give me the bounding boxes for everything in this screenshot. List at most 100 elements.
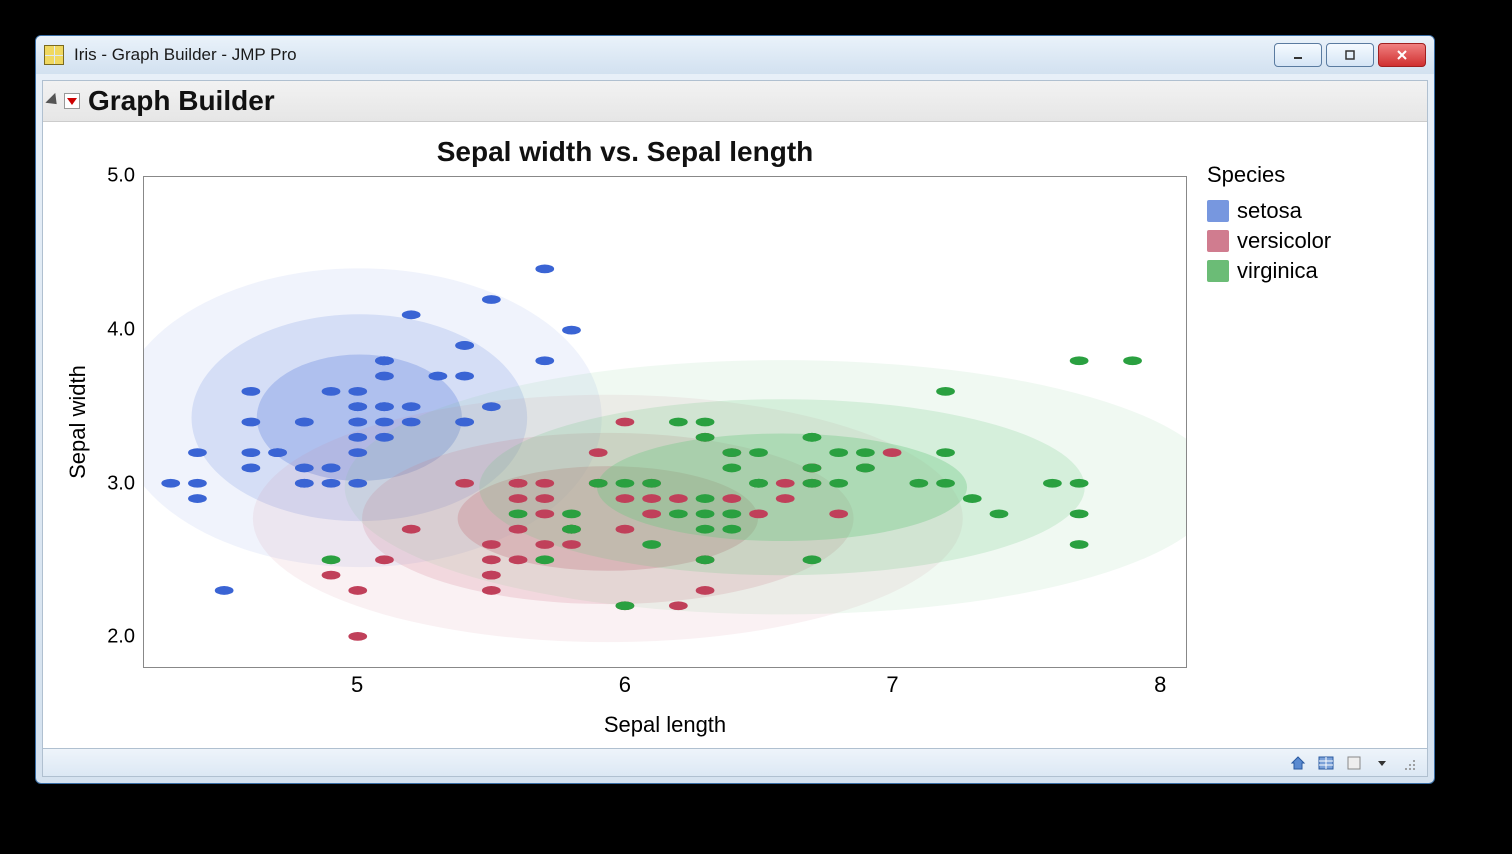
data-point[interactable] bbox=[509, 479, 528, 488]
data-point[interactable] bbox=[482, 402, 501, 411]
data-point[interactable] bbox=[722, 464, 741, 473]
data-point[interactable] bbox=[482, 295, 501, 304]
data-point[interactable] bbox=[696, 418, 715, 427]
data-point[interactable] bbox=[535, 356, 554, 365]
options-icon[interactable] bbox=[1345, 754, 1363, 772]
section-header[interactable]: Graph Builder bbox=[43, 81, 1427, 122]
data-point[interactable] bbox=[322, 464, 341, 473]
data-point[interactable] bbox=[696, 509, 715, 518]
data-point[interactable] bbox=[616, 479, 635, 488]
data-point[interactable] bbox=[883, 448, 902, 457]
data-point[interactable] bbox=[295, 464, 314, 473]
data-point[interactable] bbox=[535, 540, 554, 549]
data-point[interactable] bbox=[509, 555, 528, 564]
data-point[interactable] bbox=[322, 555, 341, 564]
data-point[interactable] bbox=[963, 494, 982, 503]
data-point[interactable] bbox=[696, 555, 715, 564]
data-point[interactable] bbox=[535, 479, 554, 488]
data-point[interactable] bbox=[642, 494, 661, 503]
hotspot-menu-icon[interactable] bbox=[64, 93, 80, 109]
data-point[interactable] bbox=[776, 479, 795, 488]
data-point[interactable] bbox=[829, 509, 848, 518]
data-point[interactable] bbox=[616, 494, 635, 503]
data-point[interactable] bbox=[455, 418, 474, 427]
data-point[interactable] bbox=[669, 418, 688, 427]
data-point[interactable] bbox=[669, 494, 688, 503]
legend-item-versicolor[interactable]: versicolor bbox=[1207, 228, 1397, 254]
data-point[interactable] bbox=[722, 509, 741, 518]
data-point[interactable] bbox=[455, 372, 474, 381]
data-point[interactable] bbox=[535, 494, 554, 503]
data-point[interactable] bbox=[829, 479, 848, 488]
data-point[interactable] bbox=[161, 479, 180, 488]
data-point[interactable] bbox=[295, 418, 314, 427]
data-point[interactable] bbox=[562, 326, 581, 335]
data-point[interactable] bbox=[803, 479, 822, 488]
data-point[interactable] bbox=[562, 525, 581, 534]
data-point[interactable] bbox=[348, 433, 367, 442]
data-point[interactable] bbox=[616, 418, 635, 427]
data-point[interactable] bbox=[722, 525, 741, 534]
data-point[interactable] bbox=[455, 341, 474, 350]
data-point[interactable] bbox=[856, 464, 875, 473]
data-point[interactable] bbox=[696, 433, 715, 442]
data-point[interactable] bbox=[749, 448, 768, 457]
data-point[interactable] bbox=[1070, 540, 1089, 549]
data-point[interactable] bbox=[188, 494, 207, 503]
data-point[interactable] bbox=[375, 402, 394, 411]
data-point[interactable] bbox=[455, 479, 474, 488]
data-point[interactable] bbox=[348, 448, 367, 457]
data-point[interactable] bbox=[749, 509, 768, 518]
data-point[interactable] bbox=[188, 448, 207, 457]
data-point[interactable] bbox=[589, 448, 608, 457]
data-point[interactable] bbox=[1070, 356, 1089, 365]
data-point[interactable] bbox=[696, 586, 715, 595]
minimize-button[interactable] bbox=[1274, 43, 1322, 67]
data-point[interactable] bbox=[669, 509, 688, 518]
data-point[interactable] bbox=[722, 494, 741, 503]
data-point[interactable] bbox=[482, 540, 501, 549]
data-point[interactable] bbox=[829, 448, 848, 457]
data-point[interactable] bbox=[241, 418, 260, 427]
data-point[interactable] bbox=[348, 418, 367, 427]
data-point[interactable] bbox=[669, 601, 688, 610]
data-point[interactable] bbox=[402, 310, 421, 319]
data-point[interactable] bbox=[348, 632, 367, 641]
data-point[interactable] bbox=[936, 387, 955, 396]
data-point[interactable] bbox=[749, 479, 768, 488]
data-point[interactable] bbox=[482, 555, 501, 564]
legend-item-setosa[interactable]: setosa bbox=[1207, 198, 1397, 224]
data-point[interactable] bbox=[936, 448, 955, 457]
resize-grip-icon[interactable] bbox=[1401, 754, 1419, 772]
data-point[interactable] bbox=[509, 494, 528, 503]
data-point[interactable] bbox=[535, 555, 554, 564]
home-icon[interactable] bbox=[1289, 754, 1307, 772]
data-point[interactable] bbox=[375, 555, 394, 564]
data-point[interactable] bbox=[295, 479, 314, 488]
data-point[interactable] bbox=[696, 525, 715, 534]
data-point[interactable] bbox=[241, 464, 260, 473]
data-point[interactable] bbox=[535, 264, 554, 273]
data-point[interactable] bbox=[642, 509, 661, 518]
data-point[interactable] bbox=[1070, 509, 1089, 518]
data-point[interactable] bbox=[322, 387, 341, 396]
data-point[interactable] bbox=[241, 387, 260, 396]
plot-box[interactable] bbox=[143, 176, 1187, 668]
data-point[interactable] bbox=[936, 479, 955, 488]
disclosure-triangle-icon[interactable] bbox=[45, 93, 61, 109]
table-icon[interactable] bbox=[1317, 754, 1335, 772]
data-point[interactable] bbox=[402, 402, 421, 411]
data-point[interactable] bbox=[803, 555, 822, 564]
data-point[interactable] bbox=[803, 464, 822, 473]
data-point[interactable] bbox=[776, 494, 795, 503]
data-point[interactable] bbox=[348, 387, 367, 396]
data-point[interactable] bbox=[1070, 479, 1089, 488]
data-point[interactable] bbox=[696, 494, 715, 503]
data-point[interactable] bbox=[429, 372, 448, 381]
legend-item-virginica[interactable]: virginica bbox=[1207, 258, 1397, 284]
data-point[interactable] bbox=[322, 571, 341, 580]
data-point[interactable] bbox=[375, 356, 394, 365]
data-point[interactable] bbox=[535, 509, 554, 518]
data-point[interactable] bbox=[562, 540, 581, 549]
titlebar[interactable]: Iris - Graph Builder - JMP Pro bbox=[36, 36, 1434, 74]
